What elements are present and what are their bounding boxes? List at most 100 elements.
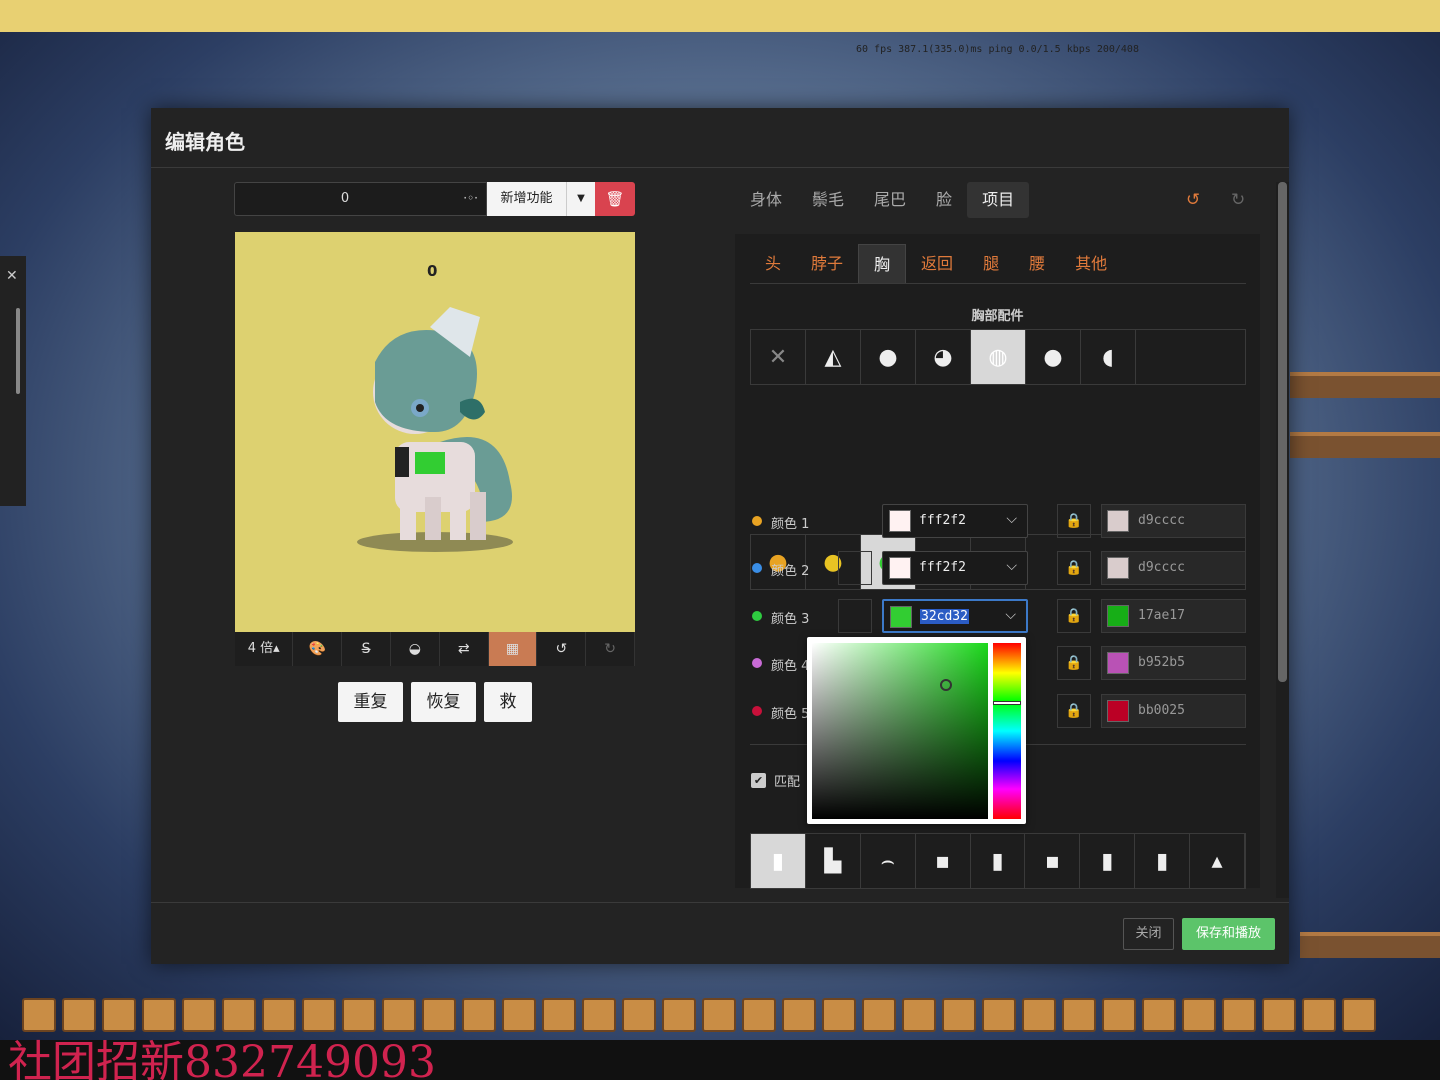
- chest-item-icon[interactable]: ◕: [916, 330, 971, 384]
- color-select[interactable]: fff2f2 ⌵: [882, 551, 1028, 585]
- undo-icon[interactable]: ↺: [537, 632, 587, 666]
- chest-item-icon[interactable]: ●: [861, 330, 916, 384]
- subtab-head[interactable]: 头: [750, 244, 796, 283]
- restore-button[interactable]: 恢复: [411, 682, 476, 722]
- save-and-play-button[interactable]: 保存和播放: [1182, 918, 1275, 950]
- color-dot: [752, 516, 762, 526]
- pattern-toggle[interactable]: [838, 599, 872, 633]
- color-dot: [752, 611, 762, 621]
- lock-icon[interactable]: 🔒: [1057, 694, 1091, 728]
- lock-icon[interactable]: 🔒: [1057, 551, 1091, 585]
- leg-item-icon[interactable]: ▮: [751, 834, 806, 888]
- outline-color-field[interactable]: d9cccc: [1101, 504, 1246, 538]
- subtab-neck[interactable]: 脖子: [796, 244, 858, 283]
- undo-icon[interactable]: ↺: [1186, 190, 1200, 210]
- lock-icon[interactable]: 🔒: [1057, 504, 1091, 538]
- grid-icon[interactable]: ▦: [488, 632, 538, 666]
- outline-color-field[interactable]: d9cccc: [1101, 551, 1246, 585]
- palette-icon[interactable]: 🎨: [293, 632, 343, 666]
- color-label: 颜色 2: [771, 564, 810, 579]
- color-row-2: 颜色 2 fff2f2 ⌵ 🔒 d9cccc: [750, 551, 1246, 585]
- swap-icon[interactable]: ⇄: [440, 632, 489, 666]
- close-icon[interactable]: ✕: [6, 268, 18, 284]
- redo-icon[interactable]: ↻: [1231, 190, 1245, 210]
- chest-item-icon[interactable]: ●: [1026, 330, 1081, 384]
- chat-side-panel[interactable]: ✕: [0, 256, 26, 506]
- caret-down-icon[interactable]: ▼: [566, 182, 595, 216]
- watermark-text: 社团招新832749093: [8, 1037, 436, 1080]
- redo-button[interactable]: 重复: [338, 682, 403, 722]
- color-select[interactable]: 32cd32 ⌵: [882, 599, 1028, 633]
- close-button[interactable]: 关闭: [1123, 918, 1174, 950]
- outline-color-field[interactable]: 17ae17: [1101, 599, 1246, 633]
- outline-hex: 17ae17: [1138, 608, 1185, 623]
- leg-item-icon[interactable]: ▮: [971, 834, 1026, 888]
- strikethrough-icon[interactable]: S̶: [342, 632, 391, 666]
- color-hex[interactable]: 32cd32: [920, 609, 969, 624]
- outline-hex: bb0025: [1138, 703, 1185, 718]
- color-label: 颜色 4: [771, 659, 810, 674]
- lock-icon[interactable]: 🔒: [1057, 646, 1091, 680]
- fence: [1290, 432, 1440, 458]
- none-item-icon[interactable]: ✕: [751, 330, 806, 384]
- outline-color-field[interactable]: bb0025: [1101, 694, 1246, 728]
- lock-icon[interactable]: 🔒: [1057, 599, 1091, 633]
- spinner-icon[interactable]: ·◦·: [463, 191, 478, 205]
- tab-items[interactable]: 项目: [967, 182, 1030, 218]
- chest-item-icon[interactable]: ◖: [1081, 330, 1136, 384]
- leg-item-icon[interactable]: ▪: [916, 834, 971, 888]
- subtab-back[interactable]: 返回: [906, 244, 968, 283]
- chevron-down-icon: ⌵: [1005, 607, 1016, 623]
- pony-icon[interactable]: ◒: [391, 632, 440, 666]
- panel-scrollbar[interactable]: [1276, 182, 1289, 898]
- subtab-chest[interactable]: 胸: [858, 244, 907, 283]
- tab-mane[interactable]: 鬃毛: [797, 182, 859, 218]
- color-select[interactable]: fff2f2 ⌵: [882, 504, 1028, 538]
- chest-accessory-grid: ✕ ◭ ● ◕ ◍ ● ◖: [750, 329, 1246, 385]
- leg-item-icon[interactable]: ⌢: [861, 834, 916, 888]
- character-preview[interactable]: 0: [235, 232, 635, 632]
- leg-item-icon[interactable]: ▴: [1190, 834, 1246, 888]
- leg-item-icon[interactable]: ▮: [1080, 834, 1136, 888]
- tab-tail[interactable]: 尾巴: [859, 182, 921, 218]
- color-hex: fff2f2: [919, 560, 966, 575]
- save-local-button[interactable]: 救: [484, 682, 532, 722]
- color-picker-popup[interactable]: [807, 637, 1026, 824]
- outline-swatch: [1107, 605, 1129, 627]
- scrollbar[interactable]: [16, 308, 20, 394]
- leg-items-grid: ▮ ▙ ⌢ ▪ ▮ ▪ ▮ ▮ ▴: [750, 833, 1246, 889]
- hue-marker[interactable]: [993, 701, 1021, 705]
- match-checkbox[interactable]: ✔: [751, 773, 766, 788]
- saturation-value-area[interactable]: [812, 643, 988, 819]
- redo-icon[interactable]: ↻: [586, 632, 636, 666]
- match-label: 匹配: [774, 775, 801, 790]
- leg-item-icon[interactable]: ▪: [1025, 834, 1081, 888]
- outline-hex: b952b5: [1138, 655, 1185, 670]
- animation-frame-value: 0: [340, 191, 350, 206]
- chest-item-icon[interactable]: ◭: [806, 330, 861, 384]
- chevron-down-icon: ⌵: [1006, 558, 1017, 574]
- leg-item-icon[interactable]: ▮: [1135, 834, 1191, 888]
- browser-top-bar: [0, 0, 1440, 32]
- subtab-other[interactable]: 其他: [1060, 244, 1122, 283]
- subtab-legs[interactable]: 腿: [968, 244, 1014, 283]
- pattern-toggle[interactable]: [838, 551, 872, 585]
- add-feature-button[interactable]: 新增功能: [487, 182, 566, 216]
- hue-slider[interactable]: [993, 643, 1021, 819]
- chest-item-icon[interactable]: ◍: [971, 330, 1026, 384]
- color-row-3: 颜色 3 32cd32 ⌵ 🔒 17ae17: [750, 599, 1246, 633]
- zoom-dropdown[interactable]: 4 倍▴: [235, 632, 294, 666]
- tab-face[interactable]: 脸: [921, 182, 967, 218]
- item-sub-tabs: 头 脖子 胸 返回 腿 腰 其他: [750, 244, 1246, 284]
- preview-frame-label: 0: [427, 262, 438, 280]
- animation-frame-input[interactable]: 0 ·◦·: [234, 182, 487, 216]
- color-handle[interactable]: [940, 679, 952, 691]
- leg-item-icon[interactable]: ▙: [806, 834, 861, 888]
- color-dot: [752, 658, 762, 668]
- scrollbar-thumb[interactable]: [1278, 182, 1287, 682]
- outline-color-field[interactable]: b952b5: [1101, 646, 1246, 680]
- color-row-1: 颜色 1 fff2f2 ⌵ 🔒 d9cccc: [750, 504, 1246, 538]
- tab-body[interactable]: 身体: [735, 182, 797, 218]
- delete-button[interactable]: 🗑: [595, 182, 635, 216]
- subtab-waist[interactable]: 腰: [1014, 244, 1060, 283]
